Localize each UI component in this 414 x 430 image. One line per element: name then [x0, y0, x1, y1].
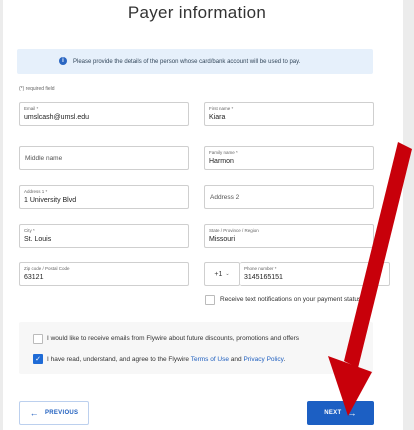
sms-opt-in-checkbox[interactable]: [205, 295, 215, 305]
email-label: Email *: [24, 106, 39, 111]
terms-and: and: [229, 356, 244, 363]
first-name-field[interactable]: First name * Kiara: [204, 102, 374, 126]
address1-label: Address 1 *: [24, 189, 48, 194]
city-label: City *: [24, 228, 35, 233]
required-note: (*) required field: [19, 86, 55, 92]
zip-field[interactable]: Zip code / Postal Code 63121: [19, 262, 189, 286]
check-icon: ✓: [35, 356, 41, 363]
marketing-emails-checkbox[interactable]: [33, 334, 43, 344]
zip-label: Zip code / Postal Code: [24, 266, 70, 271]
state-field[interactable]: State / Province / Region Missouri: [204, 224, 374, 248]
address1-value: 1 University Blvd: [24, 197, 77, 204]
terms-label: I have read, understand, and agree to th…: [47, 356, 285, 363]
terms-of-use-link[interactable]: Terms of Use: [191, 356, 229, 363]
next-button[interactable]: NEXT →: [307, 401, 374, 425]
consent-panel: [19, 322, 373, 374]
state-value: Missouri: [209, 236, 236, 243]
marketing-emails-label: I would like to receive emails from Flyw…: [47, 335, 300, 342]
address2-field[interactable]: Address 2: [204, 185, 374, 209]
terms-checkbox[interactable]: ✓: [33, 354, 43, 364]
first-name-label: First name *: [209, 106, 234, 111]
middle-name-field[interactable]: Middle name: [19, 146, 189, 170]
family-name-label: Family name *: [209, 150, 238, 155]
first-name-value: Kiara: [209, 114, 226, 121]
previous-button[interactable]: ← PREVIOUS: [19, 401, 89, 425]
email-value: umslcash@umsl.edu: [24, 114, 90, 121]
phone-value: 3145165151: [244, 274, 283, 281]
arrow-left-icon: ←: [29, 408, 39, 418]
phone-country-code-value: +1: [214, 270, 223, 278]
city-value: St. Louis: [24, 236, 52, 243]
chevron-down-icon: ⌄: [225, 271, 230, 277]
page-title: Payer information: [127, 3, 267, 22]
email-field[interactable]: Email * umslcash@umsl.edu: [19, 102, 189, 126]
address1-field[interactable]: Address 1 * 1 University Blvd: [19, 185, 189, 209]
sms-opt-in-label: Receive text notifications on your payme…: [220, 296, 362, 303]
phone-label: Phone number *: [244, 266, 277, 271]
phone-country-code-select[interactable]: +1 ⌄: [204, 262, 240, 286]
city-field[interactable]: City * St. Louis: [19, 224, 189, 248]
info-circle-icon: i: [59, 57, 67, 65]
family-name-field[interactable]: Family name * Harmon: [204, 146, 374, 170]
terms-prefix: I have read, understand, and agree to th…: [47, 356, 191, 363]
info-banner: i Please provide the details of the pers…: [17, 49, 373, 74]
zip-value: 63121: [24, 274, 44, 281]
address2-placeholder: Address 2: [210, 194, 240, 201]
info-banner-text: Please provide the details of the person…: [73, 58, 301, 65]
phone-field[interactable]: Phone number * 3145165151: [240, 262, 390, 286]
state-label: State / Province / Region: [209, 228, 259, 233]
previous-button-label: PREVIOUS: [44, 410, 79, 416]
middle-name-placeholder: Middle name: [25, 155, 63, 162]
payer-form-card: Payer information i Please provide the d…: [3, 0, 403, 430]
terms-suffix: .: [283, 356, 286, 363]
privacy-policy-link[interactable]: Privacy Policy: [243, 356, 283, 363]
arrow-right-icon: →: [347, 408, 357, 418]
next-button-label: NEXT: [324, 410, 342, 416]
family-name-value: Harmon: [209, 158, 234, 165]
